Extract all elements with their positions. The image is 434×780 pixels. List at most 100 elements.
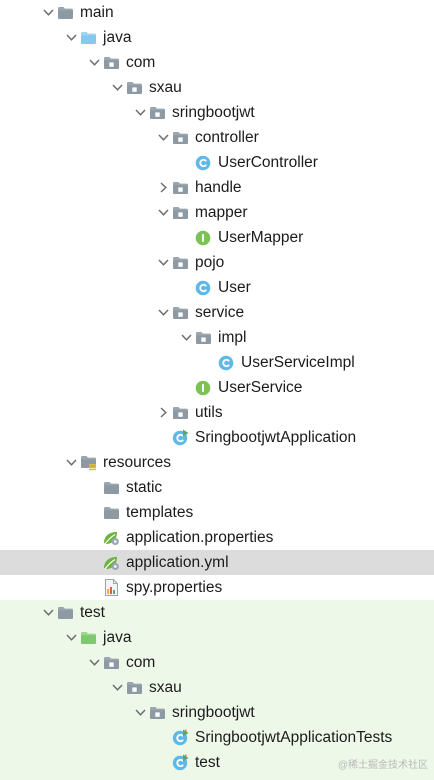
package-icon	[171, 300, 189, 325]
tree-node-label: User	[218, 279, 251, 296]
interface-icon	[194, 225, 212, 250]
tree-node-label: static	[126, 479, 163, 496]
chevron-down-icon[interactable]	[155, 250, 171, 275]
chevron-down-icon[interactable]	[86, 650, 102, 675]
tree-node[interactable]: application.properties	[0, 525, 434, 550]
test-class-icon	[171, 750, 189, 775]
package-icon	[148, 100, 166, 125]
chevron-down-icon[interactable]	[109, 75, 125, 100]
tree-node[interactable]: User	[0, 275, 434, 300]
tree-node-label: UserMapper	[218, 229, 304, 246]
package-icon	[194, 325, 212, 350]
chevron-down-icon[interactable]	[86, 50, 102, 75]
tree-node[interactable]: sringbootjwt	[0, 700, 434, 725]
tree-node-label: spy.properties	[126, 579, 223, 596]
tree-node-label: com	[126, 654, 156, 671]
tree-node-label: impl	[218, 329, 247, 346]
resources-folder-icon	[79, 450, 97, 475]
tree-node[interactable]: java	[0, 625, 434, 650]
chevron-down-icon[interactable]	[155, 200, 171, 225]
tree-node[interactable]: sxau	[0, 675, 434, 700]
chevron-down-icon[interactable]	[63, 25, 79, 50]
chevron-down-icon[interactable]	[40, 600, 56, 625]
tree-node[interactable]: pojo	[0, 250, 434, 275]
class-icon	[194, 275, 212, 300]
tree-node[interactable]: resources	[0, 450, 434, 475]
spring-config-icon	[102, 550, 120, 575]
package-icon	[125, 75, 143, 100]
tree-node-label: pojo	[195, 254, 225, 271]
tree-node[interactable]: impl	[0, 325, 434, 350]
tree-node-label: UserService	[218, 379, 303, 396]
chevron-down-icon[interactable]	[63, 450, 79, 475]
tree-node[interactable]: UserServiceImpl	[0, 350, 434, 375]
chevron-down-icon[interactable]	[40, 0, 56, 25]
folder-icon	[56, 600, 74, 625]
tree-node[interactable]: handle	[0, 175, 434, 200]
tree-node[interactable]: test	[0, 600, 434, 625]
package-icon	[171, 400, 189, 425]
folder-icon	[102, 475, 120, 500]
chevron-down-icon[interactable]	[155, 300, 171, 325]
tree-node[interactable]: service	[0, 300, 434, 325]
chevron-down-icon[interactable]	[178, 325, 194, 350]
tree-node-label: SringbootjwtApplication	[195, 429, 357, 446]
tree-node-label: sringbootjwt	[172, 104, 255, 121]
tree-node[interactable]: sxau	[0, 75, 434, 100]
tree-node-label: UserServiceImpl	[241, 354, 355, 371]
folder-icon	[102, 500, 120, 525]
chevron-down-icon[interactable]	[132, 700, 148, 725]
tree-node[interactable]: static	[0, 475, 434, 500]
test-source-folder-icon	[79, 625, 97, 650]
project-tree: main java com sxau sringbootjwt controller Use…	[0, 0, 434, 780]
tree-node[interactable]: sringbootjwt	[0, 100, 434, 125]
tree-node-label: sxau	[149, 679, 182, 696]
tree-node[interactable]: controller	[0, 125, 434, 150]
test-class-icon	[171, 725, 189, 750]
tree-node-label: UserController	[218, 154, 318, 171]
tree-node[interactable]: SringbootjwtApplicationTests	[0, 725, 434, 750]
package-icon	[171, 250, 189, 275]
tree-node-label: resources	[103, 454, 172, 471]
tree-node-label: sxau	[149, 79, 182, 96]
chevron-right-icon[interactable]	[155, 400, 171, 425]
package-icon	[102, 650, 120, 675]
tree-node[interactable]: UserMapper	[0, 225, 434, 250]
class-icon	[217, 350, 235, 375]
tree-node[interactable]: UserService	[0, 375, 434, 400]
chevron-down-icon[interactable]	[155, 125, 171, 150]
tree-node[interactable]: main	[0, 0, 434, 25]
spring-config-icon	[102, 525, 120, 550]
tree-node[interactable]: java	[0, 25, 434, 50]
tree-node-label: controller	[195, 129, 259, 146]
tree-node[interactable]: utils	[0, 400, 434, 425]
chevron-down-icon[interactable]	[109, 675, 125, 700]
source-folder-icon	[79, 25, 97, 50]
tree-node[interactable]: UserController	[0, 150, 434, 175]
folder-icon	[56, 0, 74, 25]
tree-node-label: sringbootjwt	[172, 704, 255, 721]
chevron-down-icon[interactable]	[132, 100, 148, 125]
tree-node[interactable]: com	[0, 650, 434, 675]
tree-node[interactable]: com	[0, 50, 434, 75]
chevron-right-icon[interactable]	[155, 175, 171, 200]
tree-node-label: utils	[195, 404, 223, 421]
tree-node[interactable]: SringbootjwtApplication	[0, 425, 434, 450]
tree-node[interactable]: mapper	[0, 200, 434, 225]
spring-boot-class-icon	[171, 425, 189, 450]
package-icon	[102, 50, 120, 75]
tree-node[interactable]: application.yml	[0, 550, 434, 575]
chevron-down-icon[interactable]	[63, 625, 79, 650]
tree-node[interactable]: templates	[0, 500, 434, 525]
tree-node[interactable]: spy.properties	[0, 575, 434, 600]
